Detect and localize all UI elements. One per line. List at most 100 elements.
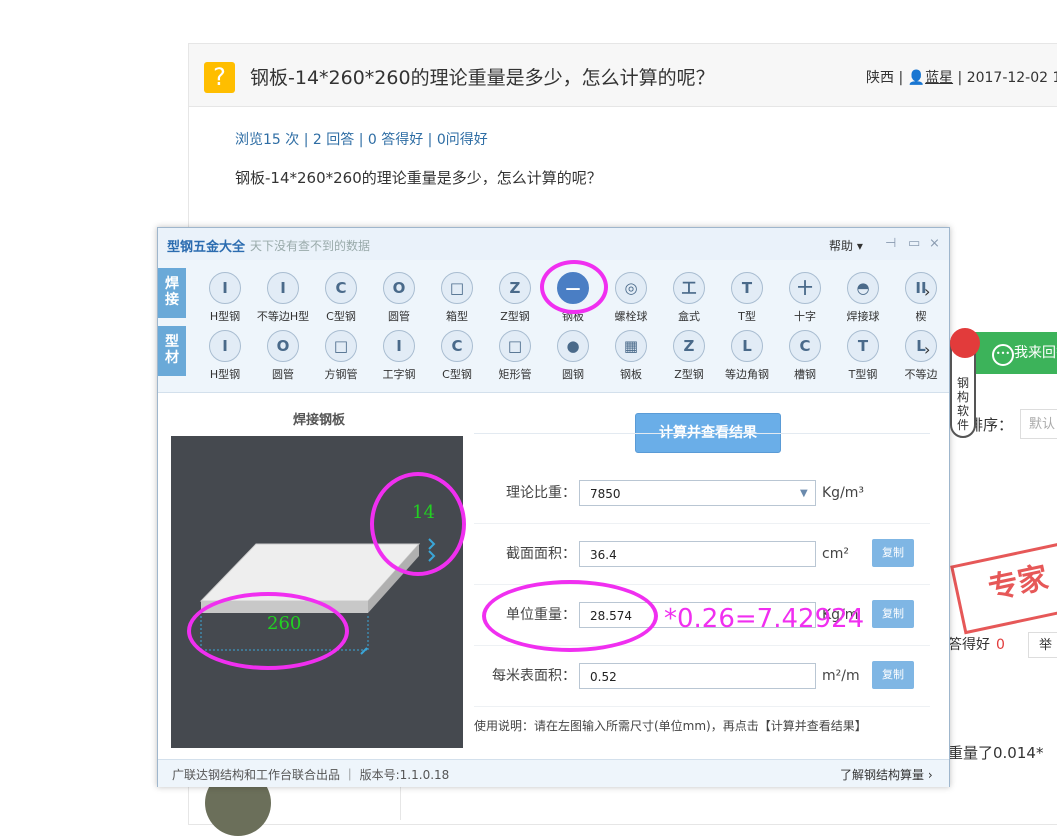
shape-item[interactable]: □ 方钢管 — [314, 330, 368, 382]
shape-icon: C — [325, 272, 357, 304]
shape-item[interactable]: I H型钢 — [198, 272, 252, 324]
shape-item[interactable]: □ 箱型 — [430, 272, 484, 324]
scroll-right-icon[interactable]: › — [924, 282, 930, 301]
shape-icon: I — [383, 330, 415, 362]
answer-snippet: 重量了0.014* — [948, 744, 1044, 762]
surface-area-field[interactable]: 0.52 — [579, 663, 816, 689]
sort-select[interactable]: 默认 — [1020, 409, 1057, 439]
annotation-circle — [370, 472, 466, 576]
tab-welded[interactable]: 焊 接 — [158, 268, 186, 318]
shape-label: 等边角钢 — [725, 368, 769, 381]
shape-item[interactable]: I 工字钢 — [372, 330, 426, 382]
learn-more-label: 了解钢结构算量 — [840, 768, 925, 782]
shape-label: T型 — [738, 310, 756, 323]
shape-label: 圆管 — [272, 368, 294, 381]
shape-item[interactable]: I H型钢 — [198, 330, 252, 382]
shape-label: 焊接球 — [846, 310, 880, 323]
surface-area-label: 每米表面积： — [492, 668, 576, 684]
dialog-title: 型钢五金大全 — [167, 240, 246, 255]
shape-item[interactable]: C 槽钢 — [778, 330, 832, 382]
shape-icon: L — [731, 330, 763, 362]
close-icon[interactable]: ⨯ — [929, 236, 940, 251]
density-value: 7850 — [590, 487, 621, 501]
meta-user-link[interactable]: 蓝星 — [925, 70, 953, 86]
annotation-circle — [482, 580, 658, 652]
shape-icon: ◎ — [615, 272, 647, 304]
help-label: 帮助 — [829, 239, 854, 253]
field-row-surface-area: 每米表面积： 0.52 m²/m 复制 — [474, 646, 930, 707]
shape-item[interactable]: O 圆管 — [256, 330, 310, 382]
shape-item[interactable]: ● 圆钢 — [546, 330, 600, 382]
shape-label: 方钢管 — [324, 368, 358, 381]
shape-icon: C — [441, 330, 473, 362]
shape-icon: C — [789, 330, 821, 362]
question-stats: 浏览15 次 | 2 回答 | 0 答得好 | 0问得好 — [235, 132, 488, 148]
shape-label: H型钢 — [209, 368, 241, 381]
report-button[interactable]: 举 — [1028, 632, 1057, 658]
footer-credit: 广联达钢结构和工作台联合出品 ｜ 版本号:1.1.0.18 — [172, 768, 450, 782]
shape-icon: 十 — [789, 272, 821, 304]
area-label: 截面面积： — [506, 546, 576, 562]
tab-profiles[interactable]: 型 材 — [158, 326, 186, 376]
scroll-right-icon[interactable]: › — [924, 340, 930, 359]
shape-item[interactable]: 工盒式 — [662, 272, 716, 324]
usage-note: 使用说明：请在左图输入所需尺寸(单位mm)，再点击【计算并查看结果】 — [474, 719, 867, 733]
learn-more-link[interactable]: 了解钢结构算量 › — [840, 766, 933, 783]
shape-icon: T — [731, 272, 763, 304]
copy-surface-area-button[interactable]: 复制 — [872, 661, 914, 689]
copy-unit-weight-button[interactable]: 复制 — [872, 600, 914, 628]
area-field[interactable]: 36.4 — [579, 541, 816, 567]
shape-label: C型钢 — [442, 368, 472, 381]
density-label: 理论比重： — [506, 485, 576, 501]
pin-icon[interactable]: ⊣ — [885, 236, 896, 251]
shape-icon: Z — [673, 330, 705, 362]
density-unit: Kg/m³ — [822, 485, 865, 501]
answer-button[interactable]: ••• 我来回答 — [966, 332, 1057, 374]
shape-item[interactable]: L 不等边 — [894, 330, 948, 382]
shape-label: H型钢 — [209, 310, 241, 323]
meta-date: 2017-12-02 16 — [966, 70, 1057, 86]
surface-area-unit: m²/m — [822, 668, 860, 684]
shape-label: 不等边H型 — [256, 310, 310, 323]
divider — [474, 433, 930, 434]
shape-item[interactable]: II 楔 — [894, 272, 948, 324]
shape-item[interactable]: ◎ 螺栓球 — [604, 272, 658, 324]
shape-icon: ● — [557, 330, 589, 362]
shape-label: 矩形管 — [498, 368, 532, 381]
question-meta: 陕西 | 👤蓝星 | 2017-12-02 16 — [866, 67, 1057, 87]
good-count: 0 — [996, 637, 1005, 653]
shape-item[interactable]: T T型 — [720, 272, 774, 324]
area-unit: cm² — [822, 546, 849, 562]
help-menu[interactable]: 帮助 ▾ — [829, 237, 863, 254]
shape-item[interactable]: Z Z型钢 — [662, 330, 716, 382]
shape-item[interactable]: O 圆管 — [372, 272, 426, 324]
shape-icon: II — [905, 272, 937, 304]
shape-item[interactable]: 十十字 — [778, 272, 832, 324]
shape-label: 楔 — [915, 310, 927, 323]
field-row-area: 截面面积： 36.4 cm² 复制 — [474, 524, 930, 585]
shape-label: 工字钢 — [382, 368, 416, 381]
density-select[interactable]: 7850 ▼ — [579, 480, 816, 506]
shape-icon: □ — [441, 272, 473, 304]
copy-area-button[interactable]: 复制 — [872, 539, 914, 567]
annotation-formula: *0.26=7.42924 — [664, 604, 865, 634]
answer-button-label: 我来回答 — [1014, 345, 1057, 361]
shape-icon: T — [847, 330, 879, 362]
shape-item[interactable]: L 等边角钢 — [720, 330, 774, 382]
shape-item[interactable]: Z Z型钢 — [488, 272, 542, 324]
shape-item[interactable]: I 不等边H型 — [256, 272, 310, 324]
shape-item[interactable]: ▦ 钢板 — [604, 330, 658, 382]
question-title: 钢板-14*260*260的理论重量是多少，怎么计算的呢？ — [250, 67, 715, 89]
shape-item[interactable]: C C型钢 — [430, 330, 484, 382]
shape-item[interactable]: ◓ 焊接球 — [836, 272, 890, 324]
question-body: 钢板-14*260*260的理论重量是多少，怎么计算的呢？ — [235, 169, 602, 187]
tab-profiles-label: 型 材 — [165, 334, 179, 366]
shape-icon: L — [905, 330, 937, 362]
shape-icon: O — [267, 330, 299, 362]
dialog-footer: 广联达钢结构和工作台联合出品 ｜ 版本号:1.1.0.18 了解钢结构算量 › — [158, 759, 949, 787]
shape-item[interactable]: C C型钢 — [314, 272, 368, 324]
minimize-icon[interactable]: ▭ — [908, 236, 920, 251]
shape-item[interactable]: □ 矩形管 — [488, 330, 542, 382]
dialog-subtitle: 天下没有查不到的数据 — [250, 239, 371, 253]
shape-item[interactable]: T T型钢 — [836, 330, 890, 382]
